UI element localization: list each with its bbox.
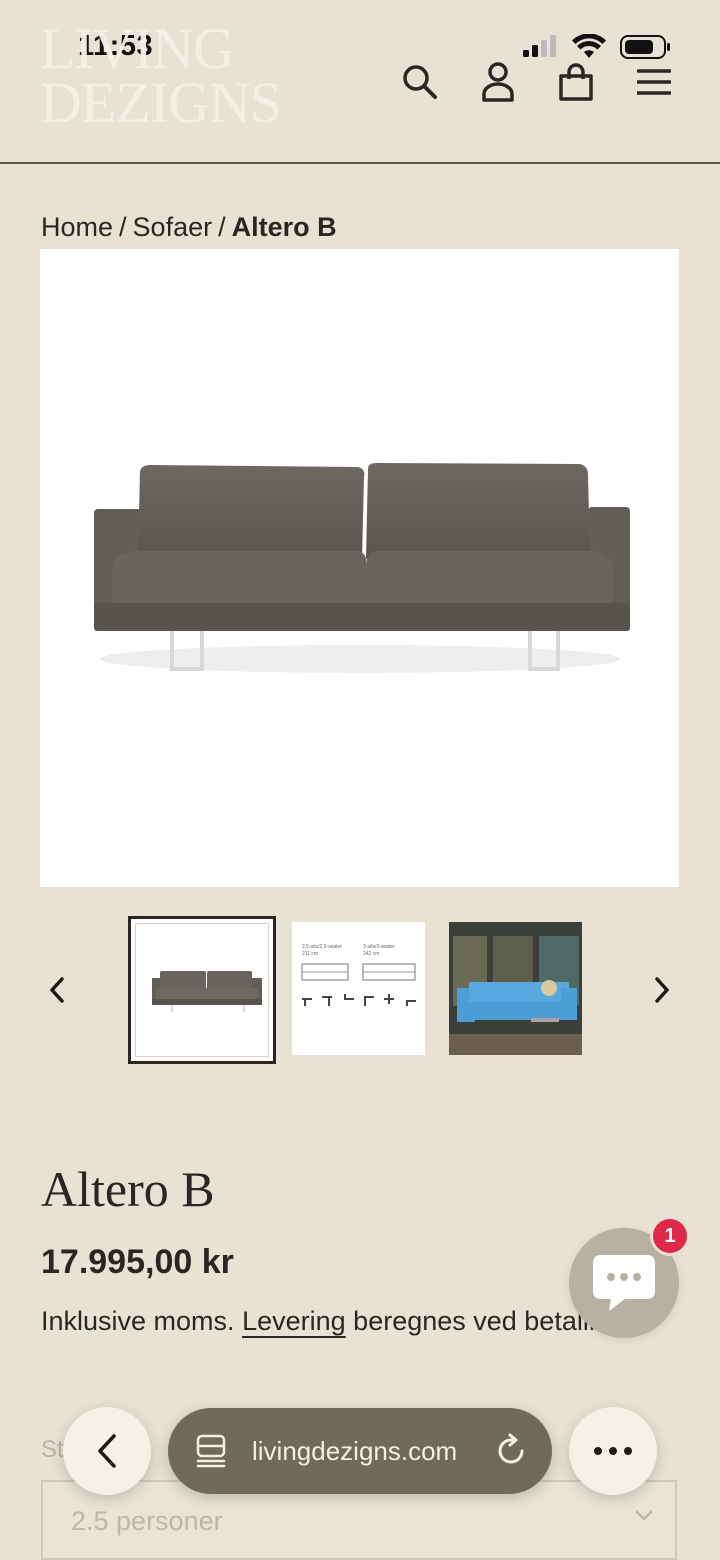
chat-notification-badge: 1 <box>650 1216 690 1256</box>
browser-more-button[interactable] <box>569 1407 657 1495</box>
breadcrumb: Home / Sofaer / Altero B <box>41 212 337 243</box>
search-icon <box>403 65 437 99</box>
reload-icon[interactable] <box>496 1433 528 1467</box>
chat-bubble-icon <box>593 1255 655 1311</box>
site-logo[interactable]: LIVING DEZIGNS <box>40 16 282 142</box>
tax-note: Inklusive moms. Levering beregnes ved be… <box>41 1306 626 1337</box>
menu-button[interactable] <box>634 62 674 102</box>
chevron-left-icon <box>98 1434 116 1468</box>
size-select-value: 2.5 personer <box>71 1506 223 1536</box>
thumbnail-3[interactable] <box>449 922 582 1055</box>
browser-back-button[interactable] <box>63 1407 151 1495</box>
sofa-image <box>94 463 630 673</box>
url-text: livingdezigns.com <box>252 1436 458 1466</box>
breadcrumb-category[interactable]: Sofaer <box>133 212 213 242</box>
cellular-signal-icon <box>523 35 556 57</box>
header-actions <box>400 62 674 102</box>
search-button[interactable] <box>400 62 440 102</box>
thumbnail-prev-button[interactable] <box>37 968 77 1012</box>
browser-address-bar[interactable]: livingdezigns.com <box>168 1408 552 1494</box>
chevron-down-icon <box>635 1510 653 1521</box>
page-menu-icon <box>196 1434 226 1468</box>
breadcrumb-current: Altero B <box>231 212 337 242</box>
thumbnail-1[interactable] <box>128 916 276 1064</box>
spec-drawing <box>301 963 416 1006</box>
shipping-link[interactable]: Levering <box>242 1306 346 1336</box>
header-divider <box>0 162 720 164</box>
account-button[interactable] <box>478 62 518 102</box>
chevron-left-icon <box>50 977 64 1003</box>
cart-button[interactable] <box>556 62 596 102</box>
thumbnail-next-button[interactable] <box>642 968 682 1012</box>
product-price: 17.995,00 kr <box>41 1243 234 1281</box>
room-thumbnail <box>449 922 582 1055</box>
logo-line-2: DEZIGNS <box>40 70 282 135</box>
logo-line-1: LIVING <box>40 16 235 81</box>
battery-icon <box>620 35 670 59</box>
breadcrumb-separator: / <box>119 212 127 242</box>
account-icon <box>482 62 514 102</box>
wifi-icon <box>572 34 606 58</box>
product-title: Altero B <box>41 1161 215 1217</box>
sofa-thumbnail <box>152 971 262 1012</box>
status-icons <box>522 34 672 60</box>
chevron-right-icon <box>655 977 669 1003</box>
breadcrumb-home[interactable]: Home <box>41 212 113 242</box>
menu-icon <box>637 69 671 95</box>
breadcrumb-separator: / <box>218 212 226 242</box>
thumbnail-2[interactable]: 2,5-sits/2,5-seater 211 cm 3-sits/3-seat… <box>292 922 425 1055</box>
tax-prefix: Inklusive moms. <box>41 1306 235 1336</box>
cart-icon <box>559 63 593 101</box>
product-main-image[interactable] <box>40 249 679 887</box>
more-dots-icon <box>594 1447 632 1455</box>
